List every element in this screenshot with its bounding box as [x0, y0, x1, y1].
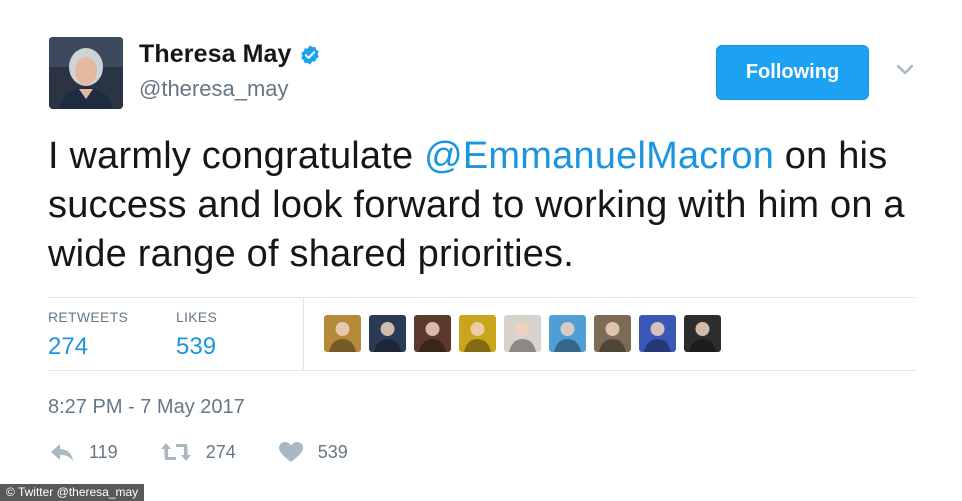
chevron-down-icon[interactable] [894, 62, 916, 78]
author-handle[interactable]: @theresa_may [139, 76, 289, 102]
tweet-timestamp[interactable]: 8:27 PM - 7 May 2017 [48, 396, 245, 419]
tweet-text: I warmly congratulate @EmmanuelMacron on… [48, 132, 928, 279]
author-name[interactable]: Theresa May [139, 40, 292, 69]
retweets-stat[interactable]: RETWEETS 274 [48, 309, 128, 361]
verified-badge-icon [299, 44, 321, 66]
liker-avatar-1[interactable] [324, 315, 361, 352]
reply-icon [49, 441, 75, 463]
reply-count: 119 [89, 441, 118, 462]
tweet-text-before: I warmly congratulate [48, 135, 425, 177]
liker-avatar-7[interactable] [594, 315, 631, 352]
divider-middle [48, 370, 916, 371]
divider-vertical [303, 298, 304, 370]
likes-label: LIKES [176, 309, 218, 325]
likes-stat[interactable]: LIKES 539 [176, 309, 217, 361]
retweet-icon [160, 441, 192, 463]
retweets-value: 274 [48, 333, 89, 360]
liker-avatar-3[interactable] [414, 315, 451, 352]
retweet-count: 274 [205, 441, 236, 462]
heart-icon [278, 441, 304, 463]
divider-top [48, 297, 916, 298]
likes-value: 539 [176, 333, 217, 360]
liker-avatar-4[interactable] [459, 315, 496, 352]
author-avatar[interactable] [49, 37, 123, 109]
following-button[interactable]: Following [716, 45, 869, 100]
like-action[interactable]: 539 [278, 441, 348, 463]
retweet-action[interactable]: 274 [160, 441, 236, 463]
image-credit: © Twitter @theresa_may [0, 484, 145, 501]
tweet-card: Theresa May @theresa_may Following I war… [0, 0, 962, 501]
liker-avatar-9[interactable] [684, 315, 721, 352]
reply-action[interactable]: 119 [49, 441, 118, 463]
tweet-actions: 119 274 539 [49, 441, 390, 463]
liker-avatar-8[interactable] [639, 315, 676, 352]
liker-avatar-6[interactable] [549, 315, 586, 352]
like-count: 539 [317, 441, 348, 462]
avatar-image [49, 37, 123, 109]
mention-link[interactable]: @EmmanuelMacron [424, 135, 774, 177]
author-name-row: Theresa May [139, 40, 321, 69]
retweets-label: RETWEETS [48, 309, 129, 325]
liker-avatars [324, 315, 721, 352]
liker-avatar-5[interactable] [504, 315, 541, 352]
liker-avatar-2[interactable] [369, 315, 406, 352]
